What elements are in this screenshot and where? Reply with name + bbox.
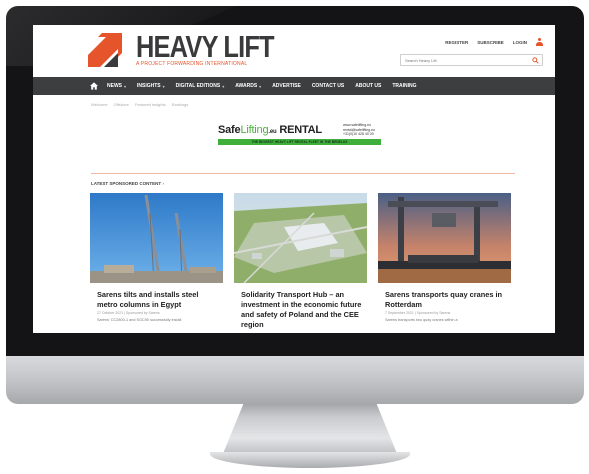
nav-item-advertise[interactable]: ADVERTISE: [272, 83, 301, 89]
section-title: LATEST SPONSORED CONTENT ›: [91, 181, 164, 186]
breadcrumb-item[interactable]: Featured insights: [135, 102, 166, 107]
article-image[interactable]: [234, 193, 367, 283]
chevron-right-icon: ›: [162, 181, 164, 186]
main-nav: NEWS ▾ INSIGHTS ▾ DIGITAL EDITIONS ▾ AWARDS…: [33, 77, 555, 95]
account-links: REGISTER SUBSCRIBE LOGIN: [445, 38, 543, 46]
home-icon[interactable]: [90, 82, 98, 90]
nav-item-insights[interactable]: INSIGHTS ▾: [137, 83, 165, 89]
article-meta: 7 September 2021 | Sponsored by Sarens: [385, 311, 451, 315]
article-card[interactable]: Sarens tilts and installs steel metro co…: [90, 193, 223, 333]
nav-item-label: TRAINING: [392, 83, 417, 89]
ad-strip: THE BIGGEST HEAVY LIFT RENTAL FLEET IN T…: [218, 139, 381, 145]
nav-item-label: ABOUT US: [355, 83, 382, 89]
nav-item-about-us[interactable]: ABOUT US: [355, 83, 381, 89]
search-box: [400, 54, 543, 66]
ad-brand-prefix: Safe: [218, 124, 241, 136]
chevron-down-icon: ▾: [162, 83, 165, 89]
nav-item-awards[interactable]: AWARDS ▾: [235, 83, 261, 89]
section-title-text: LATEST SPONSORED CONTENT: [91, 181, 162, 186]
breadcrumb: Welcome Offshore Featured insights Ranki…: [91, 102, 188, 107]
ad-brand-suffix: RENTAL: [276, 124, 322, 136]
article-image[interactable]: [90, 193, 223, 283]
site-header: HEAVY LIFT A PROJECT FORWARDING INTERNAT…: [33, 25, 555, 75]
article-title[interactable]: Solidarity Transport Hub – an investment…: [241, 290, 365, 330]
logo-text: HEAVY LIFT: [136, 29, 275, 64]
nav-item-label: NEWS: [107, 83, 122, 89]
section-divider: [91, 173, 515, 174]
breadcrumb-item[interactable]: Welcome: [91, 102, 108, 107]
chevron-down-icon: ▾: [259, 83, 262, 89]
nav-item-news[interactable]: NEWS ▾: [107, 83, 126, 89]
article-meta: 27 October 2021 | Sponsored by Sarens: [97, 311, 160, 315]
search-icon[interactable]: [532, 57, 539, 64]
logo-arrow-icon: [88, 33, 122, 67]
breadcrumb-item[interactable]: Rankings: [172, 102, 189, 107]
site-logo[interactable]: HEAVY LIFT A PROJECT FORWARDING INTERNAT…: [88, 29, 278, 67]
chevron-down-icon: ▾: [124, 83, 127, 89]
screen: HEAVY LIFT A PROJECT FORWARDING INTERNAT…: [33, 25, 555, 333]
article-image[interactable]: [378, 193, 511, 283]
article-excerpt: Sarens' CC2800-1 and SGC90 successfully …: [97, 318, 182, 322]
search-input[interactable]: [405, 56, 525, 65]
ad-contact: www.safelifting.eu rental@safelifting.eu…: [343, 123, 383, 137]
article-card[interactable]: Sarens transports quay cranes in Rotterd…: [378, 193, 511, 333]
ad-brand-middle: Lifting: [240, 124, 269, 136]
nav-item-contact-us[interactable]: CONTACT US: [312, 83, 344, 89]
nav-item-label: CONTACT US: [311, 83, 345, 89]
nav-item-training[interactable]: TRAINING: [392, 83, 416, 89]
register-link[interactable]: REGISTER: [445, 40, 468, 45]
logo-tagline: A PROJECT FORWARDING INTERNATIONAL: [136, 61, 248, 67]
nav-item-label: DIGITAL EDITIONS: [175, 83, 221, 89]
breadcrumb-item[interactable]: Offshore: [114, 102, 129, 107]
nav-item-digital-editions[interactable]: DIGITAL EDITIONS ▾: [176, 83, 225, 89]
ad-brand: SafeLifting.eu RENTAL: [218, 124, 322, 136]
monitor-base: [210, 452, 410, 468]
monitor-chin: [6, 352, 584, 404]
article-title[interactable]: Sarens transports quay cranes in Rotterd…: [385, 290, 509, 310]
nav-item-label: AWARDS: [235, 83, 258, 89]
login-link[interactable]: LOGIN: [513, 40, 527, 45]
ad-banner[interactable]: SafeLifting.eu RENTAL www.safelifting.eu…: [218, 122, 381, 148]
ad-contact-line: +31(0)10 428 40 00: [343, 132, 374, 136]
nav-item-label: INSIGHTS: [137, 83, 161, 89]
subscribe-link[interactable]: SUBSCRIBE: [477, 40, 504, 45]
monitor-stand: [222, 396, 398, 456]
nav-item-label: ADVERTISE: [272, 83, 301, 89]
user-icon[interactable]: [536, 38, 543, 46]
article-title[interactable]: Sarens tilts and installs steel metro co…: [97, 290, 221, 310]
article-excerpt: Sarens transports two quay cranes within…: [385, 318, 458, 322]
article-card[interactable]: Solidarity Transport Hub – an investment…: [234, 193, 367, 333]
chevron-down-icon: ▾: [222, 83, 225, 89]
